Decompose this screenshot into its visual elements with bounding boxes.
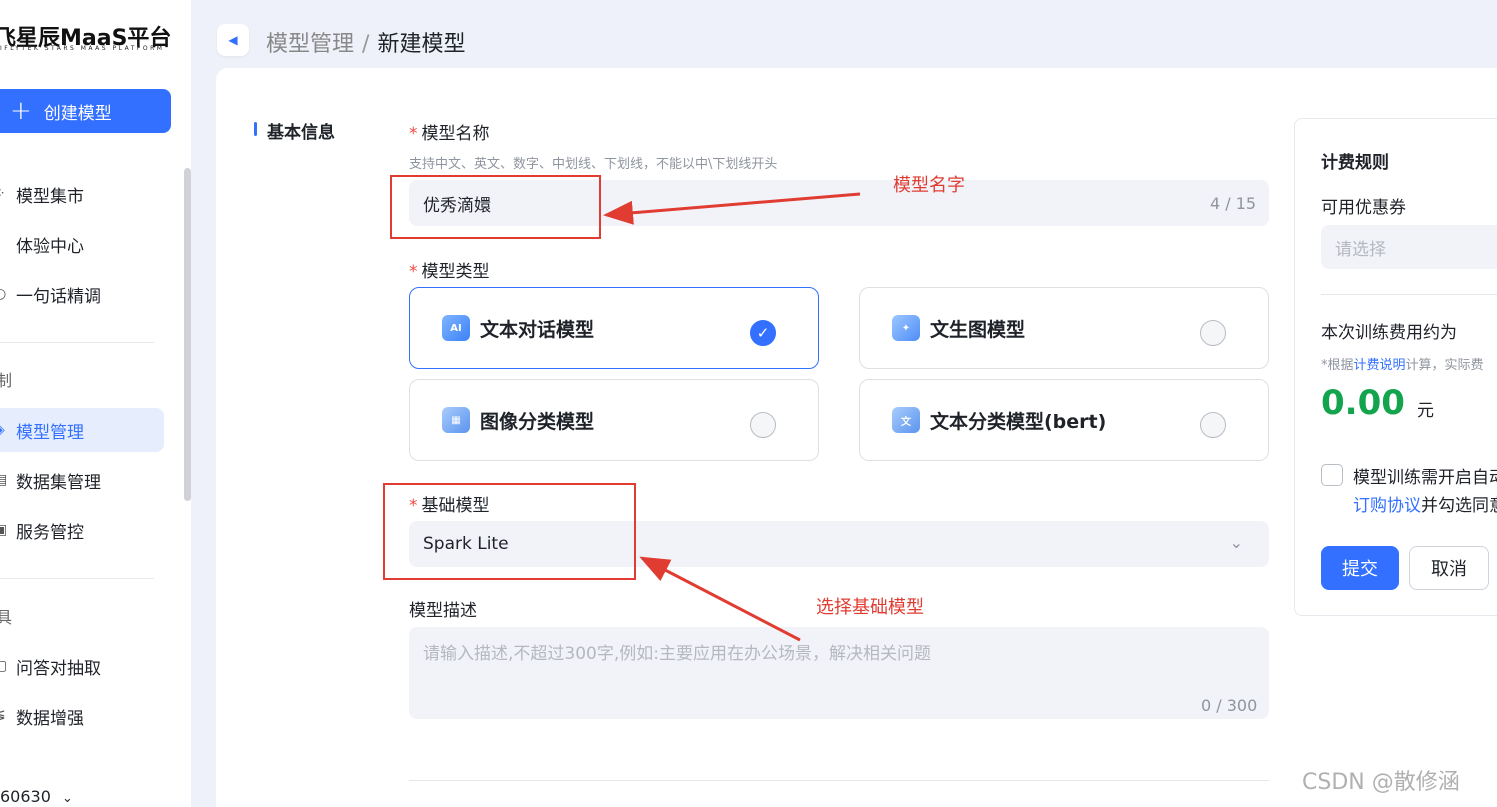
type-card-label: 图像分类模型 [480,410,595,433]
annotation-box-base-model [383,483,636,580]
sidebar-item-label: 数据增强 [16,708,84,729]
type-card-label: 文本分类模型(bert) [930,410,1107,433]
chat-tune-icon: ○ [0,286,7,302]
sidebar-item-dataset-management[interactable]: ▤ 数据集管理 [0,458,164,502]
sidebar-item-label: 体验中心 [16,236,84,257]
radio-button[interactable] [1200,412,1226,438]
agree-text-line2: 并勾选同意 [1421,496,1497,516]
sidebar-item-label: 模型集市 [16,186,84,207]
required-mark: * [409,124,418,144]
create-model-button[interactable]: + 创建模型 [0,89,171,133]
type-card-text-chat[interactable]: AI 文本对话模型 ✓ [409,287,819,369]
billing-note-suffix: 计算，实际费 [1405,358,1484,373]
sidebar-item-one-sentence-tune[interactable]: ○ 一句话精调 [0,272,164,316]
model-name-label-text: 模型名称 [421,124,490,144]
sidebar-item-service-control[interactable]: ▣ 服务管控 [0,508,164,552]
model-description-textarea[interactable]: 请输入描述,不超过300字,例如:主要应用在办公场景，解决相关问题 [409,627,1269,719]
agree-checkbox[interactable] [1321,464,1343,486]
model-description-label: 模型描述 [409,601,477,621]
breadcrumb-parent[interactable]: 模型管理 [266,32,354,57]
submit-button[interactable]: 提交 [1321,546,1399,590]
breadcrumb: 模型管理 / 新建模型 [266,26,465,58]
model-name-hint: 支持中文、英文、数字、中划线、下划线，不能以中\下划线开头 [409,157,778,172]
chevron-down-icon: ⌄ [1229,533,1243,552]
plus-icon: + [10,96,32,126]
required-mark: * [409,262,418,282]
type-card-label: 文生图模型 [930,318,1026,341]
sidebar: 飞星辰MaaS平台 IFLYTEK STARS MAAS PLATFORM + … [0,0,191,807]
subscription-agreement-link[interactable]: 订购协议 [1353,496,1421,516]
create-model-label: 创建模型 [43,103,112,124]
coupon-placeholder: 请选择 [1335,239,1386,260]
sidebar-item-qa-extract[interactable]: ▢ 问答对抽取 [0,644,164,688]
annotation-model-name: 模型名字 [893,175,965,196]
text-class-icon: 文 [892,407,920,433]
platform-logo-subtitle: IFLYTEK STARS MAAS PLATFORM [0,45,165,52]
chat-ai-icon: AI [442,315,470,341]
cancel-button[interactable]: 取消 [1409,546,1489,590]
enhance-icon: ≶ [0,708,10,724]
user-account-menu[interactable]: 60630 ⌄ [0,787,73,806]
radio-button[interactable] [750,412,776,438]
coupon-select[interactable]: 请选择 [1321,225,1497,269]
billing-note: *根据计费说明计算，实际费 [1321,354,1484,373]
grid-icon: ⁘ [0,186,10,202]
billing-note-prefix: *根据 [1321,358,1354,373]
service-icon: ▣ [0,522,8,538]
form-divider [409,780,1269,781]
sidebar-item-label: 一句话精调 [16,286,101,307]
chevron-down-icon: ⌄ [62,791,73,806]
sidebar-divider [0,578,154,579]
coupon-label: 可用优惠券 [1321,198,1406,218]
billing-title: 计费规则 [1321,153,1389,173]
training-fee-amount: 0.00 [1321,383,1405,423]
billing-card: 计费规则 可用优惠券 请选择 本次训练费用约为 *根据计费说明计算，实际费 0.… [1294,118,1497,616]
model-type-label: * 模型类型 [409,257,490,282]
section-title-basic-info: 基本信息 [254,118,335,143]
annotation-base-model: 选择基础模型 [816,597,924,618]
type-card-text-to-image[interactable]: ✦ 文生图模型 [859,287,1269,369]
description-placeholder: 请输入描述,不超过300字,例如:主要应用在办公场景，解决相关问题 [423,644,931,664]
sidebar-scrollbar[interactable] [184,168,191,501]
radio-button[interactable] [1200,320,1226,346]
type-card-label: 文本对话模型 [480,318,595,341]
breadcrumb-separator: / [362,32,370,57]
billing-divider [1321,294,1497,295]
sidebar-group-tools: 具 [0,608,13,627]
model-name-count: 4 / 15 [1210,194,1257,213]
description-count: 0 / 300 [1201,696,1258,715]
currency-unit: 元 [1417,401,1434,421]
sidebar-item-model-market[interactable]: ⁘ 模型集市 [0,172,164,216]
fee-label: 本次训练费用约为 [1321,323,1457,343]
model-icon: ◈ [0,422,10,438]
billing-explanation-link[interactable]: 计费说明 [1354,358,1406,373]
sidebar-item-experience[interactable]: ◜ 体验中心 [0,222,164,266]
sidebar-item-label: 问答对抽取 [16,658,101,679]
agree-text: 模型训练需开启自动 订购协议并勾选同意 [1353,464,1497,520]
image-class-icon: ▦ [442,407,470,433]
dataset-icon: ▤ [0,472,8,488]
sidebar-divider [0,342,154,343]
annotation-box-model-name [390,175,601,239]
user-id: 60630 [0,787,51,806]
csdn-watermark: CSDN @散修涵 [1302,770,1460,795]
image-gen-icon: ✦ [892,315,920,341]
breadcrumb-current: 新建模型 [377,32,466,57]
sidebar-item-data-enhance[interactable]: ≶ 数据增强 [0,694,164,738]
back-arrow-icon: ◀ [228,33,238,47]
type-card-text-classification[interactable]: 文 文本分类模型(bert) [859,379,1269,461]
sidebar-item-label: 数据集管理 [16,472,101,493]
check-icon: ✓ [750,320,776,346]
model-name-label: * 模型名称 [409,119,490,144]
sidebar-group-train: 制 [0,371,13,390]
agree-text-line1: 模型训练需开启自动 [1353,468,1497,488]
type-card-image-classification[interactable]: ▦ 图像分类模型 [409,379,819,461]
model-type-label-text: 模型类型 [421,262,490,282]
qa-icon: ▢ [0,658,8,674]
sidebar-item-model-management[interactable]: ◈ 模型管理 [0,408,164,452]
experience-icon: ◜ [0,236,10,252]
sidebar-item-label: 模型管理 [16,422,84,443]
sidebar-item-label: 服务管控 [16,522,84,543]
back-button[interactable]: ◀ [217,24,249,56]
